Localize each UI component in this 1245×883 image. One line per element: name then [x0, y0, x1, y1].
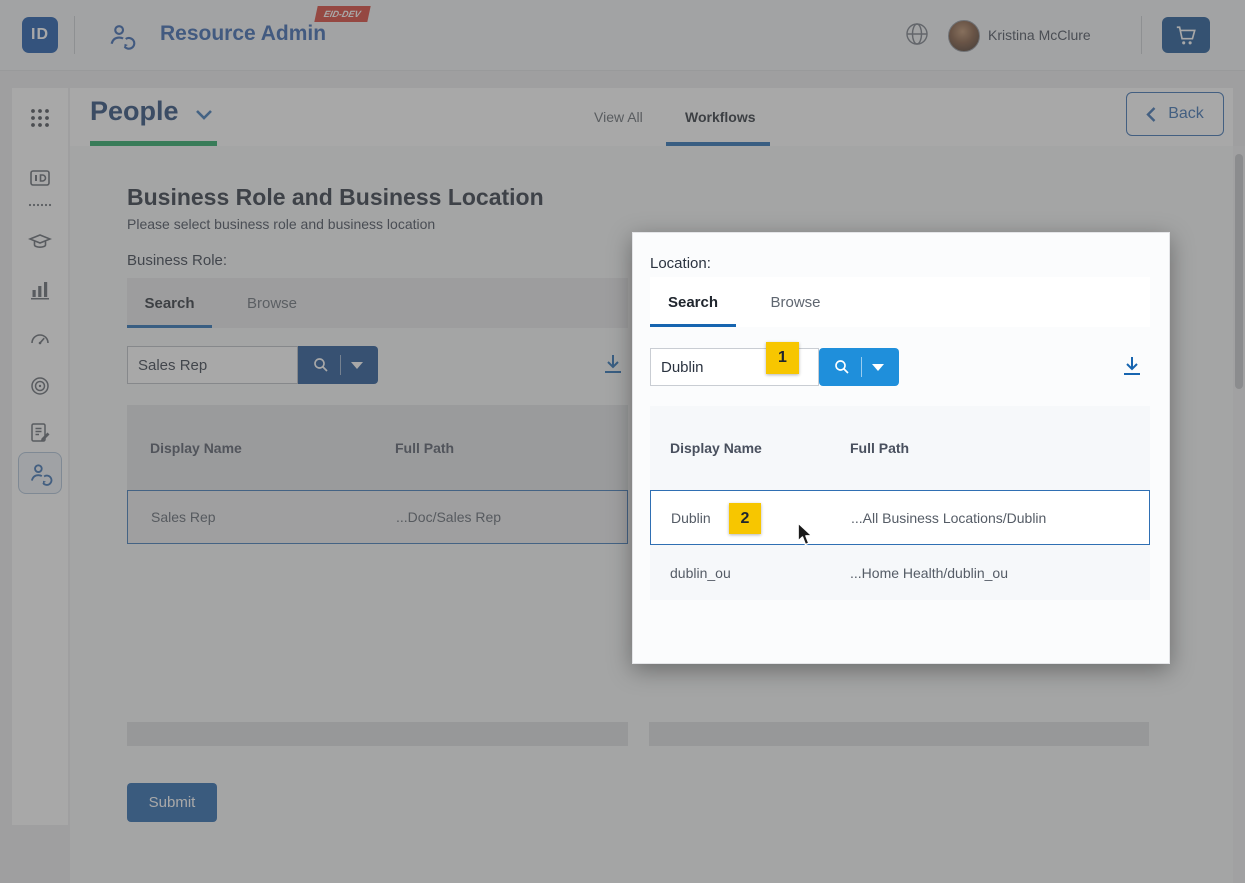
location-row-full-path: ...Home Health/dublin_ou [850, 565, 1008, 581]
location-row-display-name: dublin_ou [650, 565, 850, 581]
location-tab-search[interactable]: Search [650, 277, 736, 327]
search-icon [833, 358, 851, 376]
location-row-dublin[interactable]: Dublin 2 ...All Business Locations/Dubli… [650, 490, 1150, 545]
button-divider [861, 357, 862, 377]
location-label: Location: [650, 255, 711, 272]
location-spotlight: Location: Search Browse 1 Display Name [632, 232, 1170, 664]
step-2-badge: 2 [729, 503, 761, 534]
step-1-badge: 1 [766, 342, 799, 374]
location-tabbar: Search Browse [650, 277, 1150, 327]
location-row-dublin-ou[interactable]: dublin_ou ...Home Health/dublin_ou [650, 545, 1150, 600]
resource-admin-app: ID Resource Admin EID-DEV Kristina McClu… [0, 0, 1245, 883]
location-search-button[interactable] [819, 348, 899, 386]
location-table: Display Name Full Path Dublin 2 ...All B… [650, 406, 1150, 600]
location-tab-browse[interactable]: Browse [748, 277, 843, 327]
location-download-icon[interactable] [1117, 352, 1147, 382]
location-col-display-name: Display Name [650, 440, 850, 456]
location-table-header: Display Name Full Path [650, 406, 1150, 490]
location-col-full-path: Full Path [850, 440, 909, 456]
caret-down-icon [872, 364, 884, 371]
location-row-full-path: ...All Business Locations/Dublin [851, 510, 1046, 526]
